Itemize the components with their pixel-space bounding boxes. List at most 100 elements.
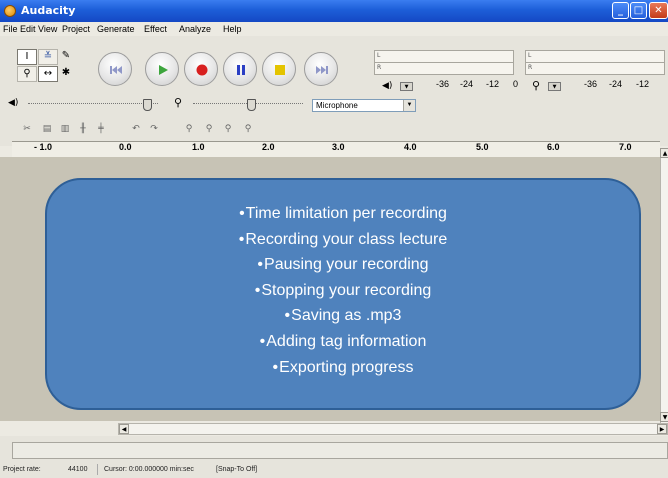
ruler-label: 2.0 (262, 142, 275, 152)
fit-selection-button[interactable]: ⚲ (221, 123, 235, 136)
zoom-in-icon: ⚲ (185, 124, 193, 134)
draw-tool[interactable]: ✎ (59, 49, 73, 65)
input-source-value: Microphone (316, 101, 358, 110)
status-message-bar (12, 442, 668, 459)
list-item: •Exporting progress (272, 358, 414, 376)
window-title: Audacity (21, 4, 76, 17)
output-scale-label: -24 (460, 79, 474, 89)
output-volume-slider[interactable] (143, 99, 152, 111)
cut-button[interactable]: ✂ (20, 123, 34, 136)
selection-tool[interactable]: I (17, 49, 37, 65)
draw-tool-icon: ✎ (61, 50, 71, 61)
ruler-label: 1.0 (192, 142, 205, 152)
timeshift-tool-icon: ↔ (43, 68, 53, 79)
envelope-tool[interactable]: ≚ (38, 49, 58, 65)
input-scale-label: -24 (609, 79, 623, 89)
minimize-icon: _ (618, 5, 623, 16)
chevron-down-icon: ▼ (403, 100, 415, 111)
scroll-down-button[interactable]: ▼ (660, 412, 668, 422)
selection-tool-icon: I (25, 51, 29, 62)
timeline-ruler[interactable]: - 1.0 0.0 1.0 2.0 3.0 4.0 5.0 6.0 7.0 (12, 141, 660, 158)
input-scale-label: -12 (636, 79, 650, 89)
skip-end-button[interactable] (304, 52, 338, 86)
trim-button[interactable]: ╫ (76, 123, 90, 136)
speaker-icon: ◀) (8, 98, 19, 108)
selection-bar: Project rate: 44100 Cursor: 0:00.000000 … (0, 462, 668, 478)
microphone-icon: ⚲ (532, 79, 541, 92)
menu-edit[interactable]: Edit (20, 24, 36, 34)
input-source-select[interactable]: Microphone ▼ (312, 99, 416, 112)
menu-file[interactable]: File (3, 24, 18, 34)
record-button[interactable] (184, 52, 218, 86)
pause-icon (237, 65, 245, 75)
ruler-label: 4.0 (404, 142, 417, 152)
list-item: •Adding tag information (259, 332, 427, 350)
edit-toolbar: ✂ ▤ ▥ ╫ ╪ ↶ ↷ ⚲ ⚲ ⚲ ⚲ (0, 121, 668, 139)
output-meter-menu[interactable]: ▼ (400, 82, 413, 91)
skip-start-icon (110, 66, 122, 74)
zoom-tool[interactable]: ⚲ (17, 66, 37, 82)
list-item: •Recording your class lecture (238, 230, 448, 248)
envelope-tool-icon: ≚ (43, 51, 53, 62)
timeshift-tool[interactable]: ↔ (38, 66, 58, 82)
minimize-button[interactable]: _ (612, 2, 629, 19)
silence-icon: ╪ (98, 124, 104, 134)
scroll-left-button[interactable]: ◀ (119, 424, 129, 434)
list-item: •Pausing your recording (257, 256, 429, 274)
scroll-right-button[interactable]: ▶ (657, 424, 667, 434)
input-scale-label: -36 (584, 79, 598, 89)
menu-bar: File Edit View Project Generate Effect A… (0, 22, 668, 36)
list-item: •Saving as .mp3 (284, 307, 402, 325)
skip-end-icon (316, 66, 328, 74)
paste-button[interactable]: ▥ (58, 123, 72, 136)
app-icon (4, 5, 16, 17)
menu-analyze[interactable]: Analyze (179, 24, 211, 34)
zoom-out-button[interactable]: ⚲ (202, 123, 216, 136)
undo-icon: ↶ (132, 124, 140, 134)
pause-button[interactable] (223, 52, 257, 86)
ruler-label: - 1.0 (34, 142, 53, 152)
menu-help[interactable]: Help (223, 24, 242, 34)
close-button[interactable]: ✕ (649, 2, 668, 19)
output-volume-track[interactable] (28, 103, 158, 105)
output-scale-label: 0 (513, 79, 519, 89)
copy-icon: ▤ (42, 124, 52, 134)
project-rate-value[interactable]: 44100 (68, 466, 87, 473)
zoom-in-button[interactable]: ⚲ (182, 123, 196, 136)
redo-button[interactable]: ↷ (147, 123, 161, 136)
ruler-label: 6.0 (547, 142, 560, 152)
fit-project-button[interactable]: ⚲ (241, 123, 255, 136)
ruler-label: 5.0 (476, 142, 489, 152)
play-button[interactable] (145, 52, 179, 86)
record-icon (196, 64, 208, 76)
vertical-scrollbar[interactable]: ▲ ▼ (660, 148, 668, 431)
horizontal-scrollbar[interactable]: ◀ ▶ (118, 423, 668, 435)
zoom-tool-icon: ⚲ (23, 68, 31, 79)
fit-project-icon: ⚲ (244, 124, 252, 134)
menu-generate[interactable]: Generate (97, 24, 135, 34)
snap-status[interactable]: [Snap-To Off] (216, 466, 257, 473)
cut-icon: ✂ (23, 124, 31, 134)
maximize-button[interactable]: □ (630, 2, 647, 19)
skip-start-button[interactable] (98, 52, 132, 86)
stop-button[interactable] (262, 52, 296, 86)
input-meter-menu[interactable]: ▼ (548, 82, 561, 91)
topic-list: •Time limitation per recording •Recordin… (47, 201, 639, 380)
copy-button[interactable]: ▤ (40, 123, 54, 136)
input-volume-slider[interactable] (247, 99, 256, 111)
silence-button[interactable]: ╪ (94, 123, 108, 136)
cursor-position: Cursor: 0:00.000000 min:sec (104, 466, 194, 473)
menu-project[interactable]: Project (62, 24, 90, 34)
project-rate-label: Project rate: (3, 466, 41, 473)
stop-icon (275, 65, 285, 75)
close-icon: ✕ (654, 5, 663, 16)
output-scale-label: -12 (486, 79, 500, 89)
multi-tool[interactable]: ✱ (59, 66, 73, 82)
list-item: •Time limitation per recording (239, 205, 447, 222)
play-icon (159, 65, 168, 75)
undo-button[interactable]: ↶ (129, 123, 143, 136)
menu-effect[interactable]: Effect (144, 24, 167, 34)
scroll-up-button[interactable]: ▲ (660, 148, 668, 158)
multi-tool-icon: ✱ (61, 67, 71, 78)
menu-view[interactable]: View (38, 24, 57, 34)
